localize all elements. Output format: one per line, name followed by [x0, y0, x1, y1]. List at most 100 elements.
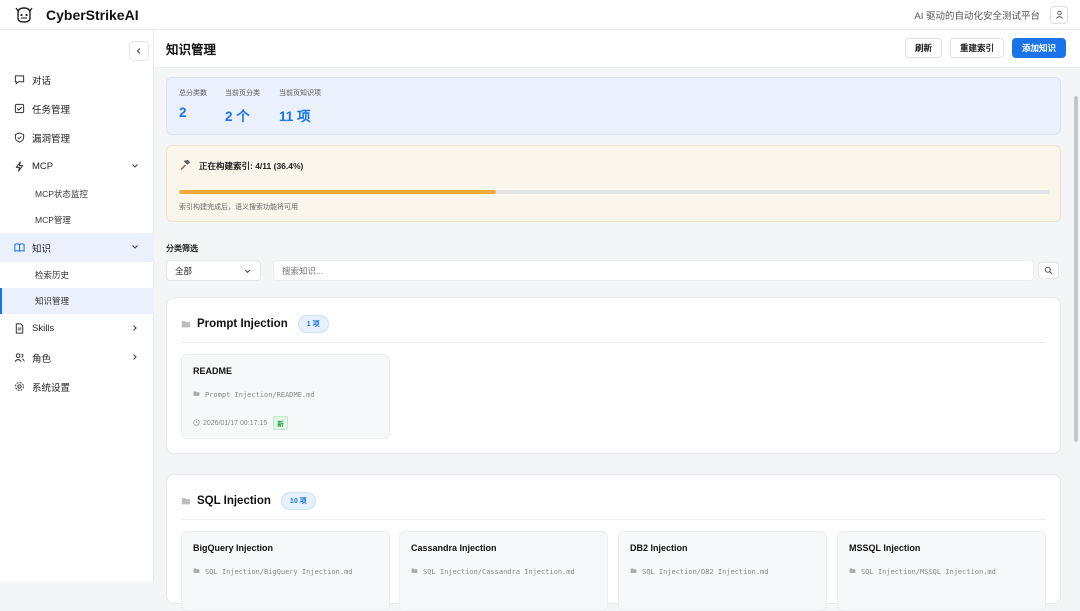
file-icon: [13, 323, 25, 335]
gear-icon: [13, 381, 25, 393]
chevron-right-icon: [133, 325, 137, 331]
card-title: README: [193, 366, 233, 376]
user-menu-button[interactable]: [1050, 5, 1068, 24]
sidebar-item-skills[interactable]: Skills: [0, 314, 154, 343]
section-divider: [181, 342, 1046, 343]
sidebar-item-label: 漏洞管理: [32, 133, 71, 145]
sidebar-item-label: Skills: [32, 323, 55, 334]
page-title: 知识管理: [166, 43, 217, 57]
knowledge-card[interactable]: Cassandra Injection SQL Injection/Cassan…: [399, 531, 608, 611]
hammer-icon: [179, 159, 191, 173]
collapse-sidebar-button[interactable]: [129, 41, 149, 61]
sidebar-item-label: 角色: [32, 353, 52, 365]
stat-value: 11 项: [279, 109, 311, 124]
stat-page-categories: 当前页分类 2 个: [225, 88, 260, 125]
sidebar-item-roles[interactable]: 角色: [0, 343, 154, 372]
sidebar-item-search-history[interactable]: 检索历史: [0, 262, 154, 288]
category-select[interactable]: 全部: [166, 260, 261, 281]
clock-icon: [193, 418, 200, 428]
build-hint: 索引构建完成后，语义搜索功能将可用: [179, 204, 298, 211]
category-section-prompt-injection: Prompt Injection 1 项 README Prompt Injec…: [166, 297, 1061, 454]
folder-icon: [193, 390, 200, 399]
knowledge-card[interactable]: MSSQL Injection SQL Injection/MSSQL Inje…: [837, 531, 1046, 611]
folder-icon: [411, 567, 418, 576]
knowledge-card[interactable]: DB2 Injection SQL Injection/DB2 Injectio…: [618, 531, 827, 611]
scrollbar[interactable]: [1074, 68, 1079, 582]
sidebar-item-label: 对话: [32, 75, 52, 87]
chevron-left-icon: [136, 48, 141, 54]
checklist-icon: [13, 103, 25, 115]
refresh-button[interactable]: 刷新: [904, 38, 942, 58]
chevron-right-icon: [133, 354, 137, 360]
sidebar-item-mcp-monitor[interactable]: MCP状态监控: [0, 181, 154, 207]
card-title: Cassandra Injection: [411, 543, 497, 553]
knowledge-card[interactable]: README Prompt Injection/README.md 2026/0…: [181, 354, 390, 439]
filter-label: 分类筛选: [166, 244, 198, 253]
card-path: Prompt Injection/README.md: [205, 390, 315, 399]
card-path: SQL Injection/BigQuery Injection.md: [205, 567, 353, 576]
card-path: SQL Injection/MSSQL Injection.md: [861, 567, 996, 576]
rebuild-index-button[interactable]: 重建索引: [949, 38, 1004, 58]
new-badge: 新: [273, 416, 288, 430]
main-content: 知识管理 刷新 重建索引 添加知识 总分类数 2 当前页分类 2 个 当前页知识…: [154, 30, 1080, 611]
chevron-down-icon: [244, 269, 251, 274]
stat-value: 2 个: [225, 109, 250, 124]
sidebar-item-label: 知识: [32, 243, 52, 255]
card-title: DB2 Injection: [630, 543, 688, 553]
sidebar-item-settings[interactable]: 系统设置: [0, 372, 154, 401]
category-section-sql-injection: SQL Injection 10 项 BigQuery Injection SQ…: [166, 474, 1061, 611]
chevron-down-icon: [132, 245, 138, 249]
stats-panel: 总分类数 2 当前页分类 2 个 当前页知识项 11 项: [166, 77, 1061, 135]
chevron-down-icon: [132, 164, 138, 168]
sidebar: 对话 任务管理 漏洞管理 MCP MCP状态监控 MCP管理 知识 检索历史 知…: [0, 30, 154, 582]
card-path: SQL Injection/Cassandra Injection.md: [423, 567, 575, 576]
top-bar: CyberStrikeAI AI 驱动的自动化安全测试平台: [0, 0, 1080, 30]
index-build-panel: 正在构建索引: 4/11 (36.4%) 索引构建完成后，语义搜索功能将可用: [166, 145, 1061, 222]
users-icon: [13, 352, 25, 364]
book-icon: [13, 242, 25, 254]
sidebar-item-label: MCP: [32, 161, 54, 172]
shield-icon: [13, 132, 25, 144]
card-title: BigQuery Injection: [193, 543, 274, 553]
section-count-badge: 10 项: [280, 492, 316, 510]
stat-page-items: 当前页知识项 11 项: [279, 88, 321, 125]
category-select-value: 全部: [175, 265, 193, 276]
chat-icon: [13, 74, 25, 86]
sidebar-item-chat[interactable]: 对话: [0, 65, 154, 94]
card-date: 2026/01/17 00:17:15: [203, 419, 268, 427]
app-logo-icon: [14, 5, 34, 25]
search-button[interactable]: [1038, 262, 1059, 279]
section-divider: [181, 519, 1046, 520]
sidebar-item-label: 系统设置: [32, 382, 71, 394]
stat-value: 2: [179, 105, 187, 120]
stat-label: 当前页知识项: [279, 90, 321, 97]
section-count-badge: 1 项: [297, 315, 329, 333]
build-progress-bar: [179, 190, 1049, 194]
stat-total-categories: 总分类数 2: [179, 88, 207, 120]
knowledge-card[interactable]: BigQuery Injection SQL Injection/BigQuer…: [181, 531, 390, 611]
sidebar-item-vulnerabilities[interactable]: 漏洞管理: [0, 123, 154, 152]
folder-icon: [181, 321, 191, 328]
build-progress-fill: [179, 190, 496, 194]
sidebar-item-mcp-manage[interactable]: MCP管理: [0, 207, 154, 233]
search-icon: [1044, 266, 1053, 275]
sidebar-item-label: 任务管理: [32, 104, 71, 116]
card-path: SQL Injection/DB2 Injection.md: [642, 567, 769, 576]
folder-icon: [849, 567, 856, 576]
scrollbar-thumb[interactable]: [1074, 96, 1078, 442]
sidebar-item-tasks[interactable]: 任务管理: [0, 94, 154, 123]
sidebar-item-mcp[interactable]: MCP: [0, 152, 154, 181]
sidebar-nav: 对话 任务管理 漏洞管理 MCP MCP状态监控 MCP管理 知识 检索历史 知…: [0, 65, 154, 401]
add-knowledge-button[interactable]: 添加知识: [1011, 38, 1066, 58]
build-status-text: 正在构建索引: 4/11 (36.4%): [199, 161, 304, 171]
bolt-icon: [13, 161, 25, 173]
app-name: CyberStrikeAI: [46, 6, 139, 23]
app-tagline: AI 驱动的自动化安全测试平台: [914, 10, 1040, 22]
search-input[interactable]: [273, 260, 1034, 281]
stat-label: 当前页分类: [225, 90, 260, 97]
sidebar-item-knowledge[interactable]: 知识: [0, 233, 154, 262]
section-title: Prompt Injection: [197, 318, 288, 330]
sidebar-item-knowledge-management[interactable]: 知识管理: [0, 288, 154, 314]
folder-icon: [193, 567, 200, 576]
header-actions: 刷新 重建索引 添加知识: [904, 38, 1066, 58]
